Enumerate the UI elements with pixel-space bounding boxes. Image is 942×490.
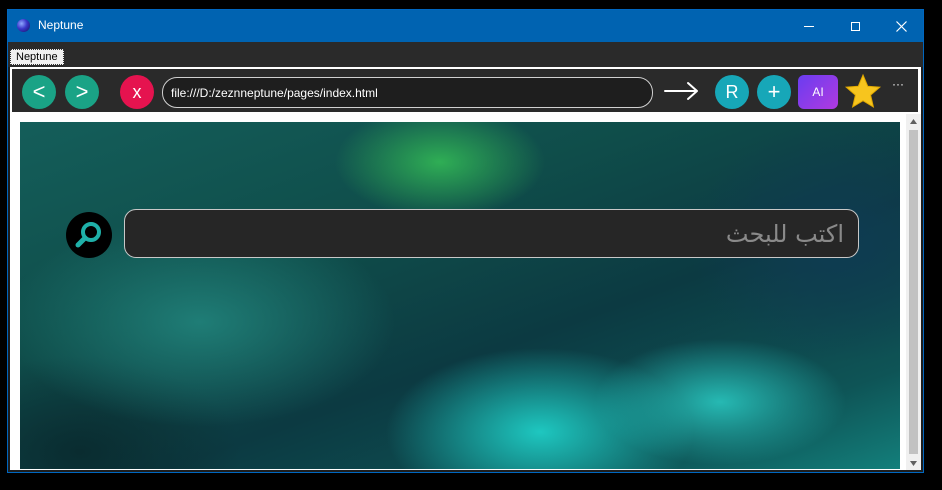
new-tab-button[interactable]: + <box>757 75 791 109</box>
minimize-button[interactable] <box>786 10 832 42</box>
address-bar[interactable] <box>162 77 653 108</box>
maximize-button[interactable] <box>832 10 878 42</box>
search-input[interactable] <box>124 209 859 258</box>
go-arrow-icon[interactable] <box>664 80 700 102</box>
search-icon <box>75 222 101 248</box>
page-viewport <box>20 122 900 469</box>
ai-button[interactable]: AI <box>798 75 838 109</box>
vertical-scrollbar[interactable] <box>906 114 921 470</box>
scroll-down-icon <box>910 460 917 466</box>
tab-strip: Neptune <box>8 42 923 67</box>
search-button[interactable] <box>66 212 112 258</box>
scroll-thumb[interactable] <box>909 130 918 454</box>
maximize-icon <box>850 21 860 31</box>
bookmark-star-icon[interactable] <box>843 72 883 110</box>
stop-button[interactable]: x <box>120 75 154 109</box>
minimize-icon <box>804 25 814 27</box>
title-bar[interactable]: Neptune <box>8 10 923 42</box>
reload-button[interactable]: R <box>715 75 749 109</box>
back-button[interactable]: < <box>22 75 56 109</box>
scroll-up-icon <box>910 118 917 124</box>
app-icon <box>17 19 30 32</box>
browser-toolbar: < > x R + AI ··· <box>12 69 918 112</box>
background-art <box>20 122 900 469</box>
close-icon <box>895 20 907 32</box>
more-menu-button[interactable]: ··· <box>892 77 904 91</box>
scroll-down-button[interactable] <box>906 456 921 470</box>
browser-window: Neptune Neptune < > x R + AI <box>7 9 924 473</box>
forward-button[interactable]: > <box>65 75 99 109</box>
tab-neptune[interactable]: Neptune <box>10 49 64 65</box>
close-button[interactable] <box>878 10 924 42</box>
window-title: Neptune <box>38 18 84 32</box>
content-frame: < > x R + AI ··· <box>10 67 921 470</box>
scroll-up-button[interactable] <box>906 114 921 128</box>
